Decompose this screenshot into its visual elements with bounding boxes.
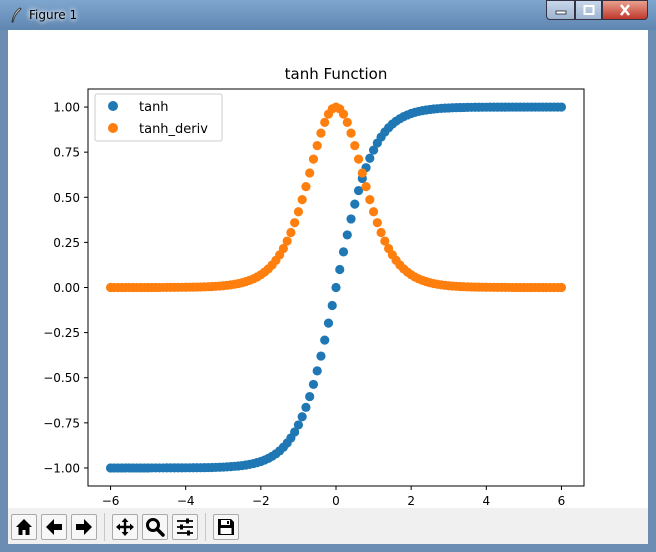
toolbar-separator [104,513,105,541]
point-tanh [301,402,311,412]
point-tanh-deriv [361,182,371,192]
point-tanh-deriv [376,227,386,238]
x-tick-label: −4 [177,494,195,508]
point-tanh [365,153,375,163]
point-tanh [331,282,341,293]
point-tanh [312,366,322,376]
y-tick-label: −0.25 [43,326,80,340]
figure-canvas: tanh Function −6 −4 −2 0 2 4 6 −1.00 −0.75 −0.50… [8,30,648,544]
point-tanh-deriv [368,207,379,217]
x-tick-label: −2 [252,494,270,508]
point-tanh-deriv [316,128,326,138]
y-tick-label: −0.75 [43,416,80,430]
point-tanh [327,300,337,311]
maximize-icon [583,5,594,15]
point-tanh-deriv [556,282,567,293]
window-title: Figure 1 [29,8,78,22]
y-tick-label: 0.00 [53,281,80,295]
minimize-icon [555,10,566,15]
back-button[interactable] [41,514,67,540]
legend-label-tanh-deriv: tanh_deriv [139,122,208,137]
save-button[interactable] [213,514,239,540]
point-tanh [320,335,330,345]
sliders-icon [177,518,193,536]
feather-app-icon [11,7,22,23]
plot-area[interactable]: tanh Function −6 −4 −2 0 2 4 6 −1.00 −0.75 −0.50… [8,30,648,508]
arrow-right-icon [76,519,92,535]
home-icon [16,519,32,535]
point-tanh-deriv [338,109,349,119]
point-tanh [342,230,352,240]
point-tanh-deriv [357,168,367,178]
toolbar-separator [205,513,206,541]
move-icon [116,518,134,536]
zoom-icon [146,518,165,537]
y-tick-label: 0.25 [53,236,80,250]
point-tanh [350,199,360,209]
point-tanh-deriv [312,140,322,151]
point-tanh [335,264,345,275]
pan-button[interactable] [112,514,138,540]
y-tick-label: 1.00 [53,101,80,115]
chart-title: tanh Function [285,65,388,83]
point-tanh [293,420,304,430]
point-tanh [305,391,315,402]
close-button[interactable] [602,0,648,20]
point-tanh [556,102,567,112]
legend-marker-tanh [108,101,118,111]
y-tick-label: −1.00 [43,461,80,475]
x-axis-ticks: −6 −4 −2 0 2 4 6 [102,486,566,508]
legend-marker-tanh-deriv [108,123,118,133]
point-tanh-deriv [308,154,319,164]
arrow-left-icon [46,519,62,535]
point-tanh [297,412,307,422]
y-axis-ticks: −1.00 −0.75 −0.50 −0.25 0.00 0.25 0.50 0.75 1.00 [43,101,88,475]
zoom-button[interactable] [142,514,168,540]
point-tanh-deriv [286,227,296,238]
y-tick-label: 0.50 [53,191,80,205]
floppy-icon [218,519,234,535]
configure-subplots-button[interactable] [172,514,198,540]
legend: tanh tanh_deriv [94,93,223,142]
point-tanh-deriv [293,207,304,217]
point-tanh-deriv [350,140,360,151]
point-tanh-deriv [365,195,375,205]
point-tanh [316,351,326,361]
x-tick-label: 2 [407,494,415,508]
minimize-button[interactable] [546,0,575,20]
point-tanh [323,318,334,328]
point-tanh-deriv [290,218,300,228]
forward-button[interactable] [71,514,97,540]
point-tanh-deriv [342,117,352,127]
legend-label-tanh: tanh [139,100,169,115]
point-tanh-deriv [353,154,364,164]
point-tanh [308,379,319,390]
point-tanh-deriv [372,218,382,228]
navigation-toolbar [8,508,648,544]
close-icon [620,4,630,16]
x-tick-label: 4 [482,494,490,508]
point-tanh-deriv [320,117,330,127]
figure-window: Figure 1 tanh Function −6 −4 −2 0 2 4 6 −1.00−… [0,0,656,552]
point-tanh-deriv [346,128,356,138]
home-button[interactable] [11,514,37,540]
point-tanh [338,247,349,257]
point-tanh-deriv [301,182,311,192]
point-tanh-deriv [282,236,292,246]
x-tick-label: 0 [332,494,340,508]
point-tanh [346,214,356,224]
x-tick-label: −6 [102,494,120,508]
maximize-button[interactable] [575,0,602,20]
y-tick-label: −0.50 [43,371,80,385]
x-tick-label: 6 [558,494,566,508]
y-tick-label: 0.75 [53,146,80,160]
tanh-chart: tanh Function −6 −4 −2 0 2 4 6 −1.00 −0.75 −0.50… [43,65,585,508]
point-tanh-deriv [305,168,315,178]
point-tanh-deriv [297,195,307,205]
title-bar[interactable]: Figure 1 [0,0,656,30]
data-points [105,102,567,473]
